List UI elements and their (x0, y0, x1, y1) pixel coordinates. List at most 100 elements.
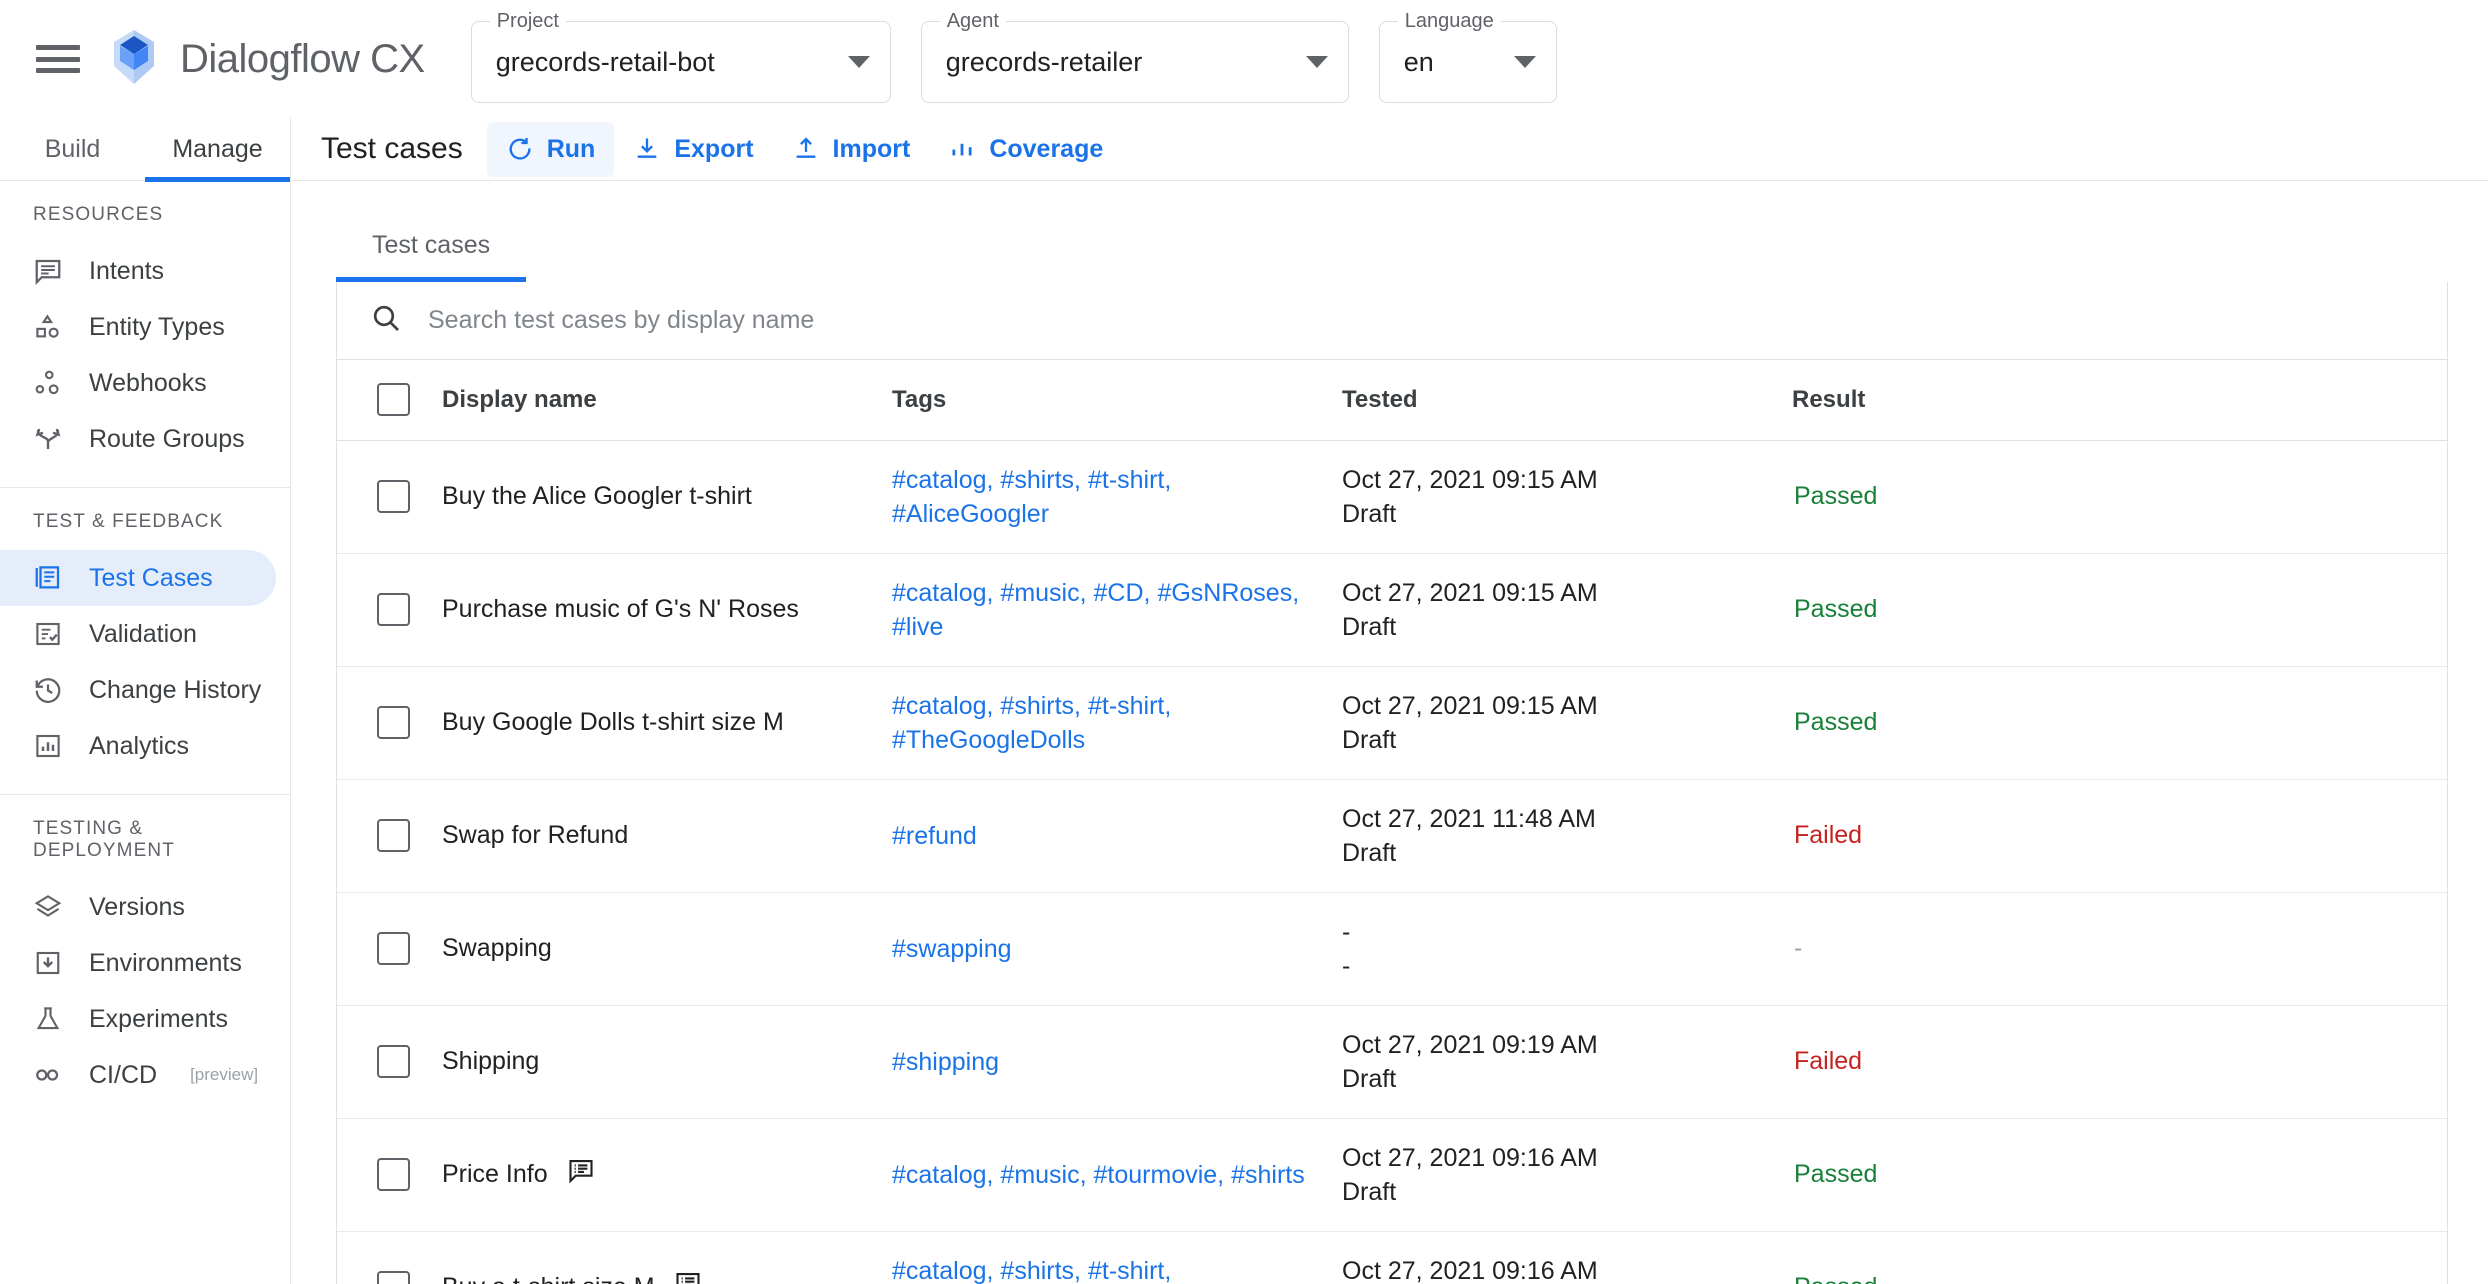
col-result[interactable]: Result (1792, 360, 2447, 441)
tag-chip[interactable]: #live (892, 613, 943, 641)
table-row[interactable]: Price Info #catalog, #music, #tourmovie, … (337, 1118, 2447, 1232)
language-selector[interactable]: Language en (1378, 10, 1557, 103)
import-button[interactable]: Import (773, 122, 930, 177)
sidebar-item-route-groups[interactable]: Route Groups (0, 411, 276, 467)
run-button[interactable]: Run (486, 121, 615, 177)
tag-chip[interactable]: #catalog, (892, 692, 993, 720)
tag-chip[interactable]: #tourmovie, (1094, 1161, 1225, 1189)
import-label: Import (832, 134, 911, 163)
tag-chip[interactable]: #GsNRoses, (1157, 579, 1299, 607)
row-checkbox[interactable] (377, 1045, 410, 1078)
result-status: Passed (1794, 482, 1878, 510)
tested-environment: Draft (1342, 1177, 1397, 1206)
coverage-button[interactable]: Coverage (929, 122, 1122, 177)
tag-chip[interactable]: #music, (1000, 579, 1086, 607)
result-status: Failed (1794, 821, 1863, 849)
tag-chip[interactable]: #refund (892, 822, 977, 850)
nav-group-test-feedback: TEST & FEEDBACK Test Cases Validation Ch… (0, 488, 362, 795)
hamburger-icon[interactable] (36, 41, 80, 77)
row-checkbox[interactable] (377, 593, 410, 626)
chevron-down-icon (1305, 56, 1328, 68)
tag-chip[interactable]: #AliceGoogler (892, 500, 1049, 528)
tag-chip[interactable]: #shirts (1231, 1161, 1305, 1189)
table-row[interactable]: Swapping #swapping - - - (337, 892, 2447, 1006)
display-name-text: Swapping (442, 934, 552, 962)
result-cell: Failed (1792, 1005, 2447, 1119)
table-row[interactable]: Buy a t-shirt size M #catalog, #shirts, #… (337, 1231, 2447, 1284)
sidebar-label: CI/CD (89, 1060, 158, 1089)
table-row[interactable]: Swap for Refund #refund Oct 27, 2021 11:48… (337, 779, 2447, 893)
export-button[interactable]: Export (614, 122, 772, 177)
display-name-text: Buy Google Dolls t-shirt size M (442, 708, 784, 736)
tag-chip[interactable]: #t-shirt, (1088, 692, 1171, 720)
sidebar-item-analytics[interactable]: Analytics (0, 718, 276, 774)
tab-manage-label: Manage (172, 134, 263, 163)
tag-chip[interactable]: #catalog, (892, 466, 993, 494)
sidebar-item-cicd[interactable]: CI/CD [preview] (0, 1047, 276, 1103)
table-row[interactable]: Buy Google Dolls t-shirt size M #catalog,… (337, 666, 2447, 780)
tag-chip[interactable]: #shirts, (1000, 692, 1081, 720)
row-checkbox[interactable] (377, 932, 410, 965)
row-checkbox[interactable] (377, 1158, 410, 1191)
sidebar-item-intents[interactable]: Intents (0, 243, 276, 299)
tag-chip[interactable]: #shirts, (1000, 466, 1081, 494)
sidebar-label: Intents (89, 256, 165, 285)
tag-chip[interactable]: #CD, (1094, 579, 1151, 607)
col-tags[interactable]: Tags (892, 360, 1342, 441)
select-all-checkbox[interactable] (377, 383, 410, 417)
tag-chip[interactable]: #TheGoogleDolls (892, 726, 1085, 754)
tested-cell: Oct 27, 2021 09:19 AM Draft (1342, 1005, 1792, 1119)
subtabs: Test cases (336, 209, 2448, 282)
sidebar-item-environments[interactable]: Environments (0, 935, 276, 991)
project-selector[interactable]: Project grecords-retail-bot (470, 10, 891, 103)
row-select-cell (337, 779, 442, 893)
col-tested[interactable]: Tested (1342, 360, 1792, 441)
tag-chip[interactable]: #catalog, (892, 579, 993, 607)
versions-icon (33, 892, 63, 922)
sidebar-item-entity-types[interactable]: Entity Types (0, 299, 276, 355)
tested-environment: Draft (1342, 612, 1397, 641)
result-cell: - (1792, 892, 2447, 1006)
tested-timestamp: Oct 27, 2021 09:15 AM (1342, 578, 1598, 607)
sidebar-item-change-history[interactable]: Change History [preview] (0, 662, 362, 718)
tested-timestamp: Oct 27, 2021 09:19 AM (1342, 1030, 1598, 1059)
test-cases-card: Search test cases by display name Displa… (336, 282, 2448, 1284)
agent-selector[interactable]: Agent grecords-retailer (920, 10, 1349, 103)
sidebar-item-test-cases[interactable]: Test Cases (0, 550, 276, 606)
row-checkbox[interactable] (377, 819, 410, 852)
sidebar-item-webhooks[interactable]: Webhooks (0, 355, 276, 411)
col-display-name[interactable]: Display name (442, 360, 892, 441)
row-checkbox[interactable] (377, 480, 410, 513)
display-name-cell: Swapping (442, 892, 892, 1006)
tab-build[interactable]: Build (0, 118, 145, 180)
search-bar[interactable]: Search test cases by display name (337, 282, 2447, 360)
display-name-text: Shipping (442, 1047, 540, 1075)
table-row[interactable]: Buy the Alice Googler t-shirt #catalog, #… (337, 440, 2447, 554)
chevron-down-icon (847, 56, 870, 68)
tag-chip[interactable]: #catalog, (892, 1257, 993, 1284)
tag-chip[interactable]: #t-shirt, (1088, 466, 1171, 494)
row-checkbox[interactable] (377, 1271, 410, 1284)
table-row[interactable]: Shipping #shipping Oct 27, 2021 09:19 AM Dr… (337, 1005, 2447, 1119)
sidebar-label: Environments (89, 948, 242, 977)
sidebar-item-validation[interactable]: Validation (0, 606, 276, 662)
tested-cell: Oct 27, 2021 09:16 AMDraft (1342, 1231, 1792, 1284)
sidebar-item-versions[interactable]: Versions (0, 879, 276, 935)
subtab-test-cases[interactable]: Test cases (336, 209, 527, 282)
route-groups-icon (33, 424, 63, 454)
result-cell: Passed (1792, 1118, 2447, 1232)
tag-chip[interactable]: #swapping (892, 935, 1012, 963)
search-input[interactable]: Search test cases by display name (428, 306, 814, 335)
tab-manage[interactable]: Manage (145, 118, 290, 182)
tag-chip[interactable]: #music, (1000, 1161, 1086, 1189)
display-name-text: Buy a t-shirt size M (442, 1273, 655, 1284)
tag-chip[interactable]: #shipping (892, 1048, 999, 1076)
tag-chip[interactable]: #t-shirt, (1088, 1257, 1171, 1284)
sidebar-item-experiments[interactable]: Experiments (0, 991, 276, 1047)
tag-chip[interactable]: #catalog, (892, 1161, 993, 1189)
run-label: Run (546, 134, 596, 163)
table-row[interactable]: Purchase music of G's N' Roses #catalog, … (337, 553, 2447, 667)
tag-chip[interactable]: #shirts, (1000, 1257, 1081, 1284)
row-checkbox[interactable] (377, 706, 410, 739)
preview-badge: [preview] (190, 1065, 259, 1084)
